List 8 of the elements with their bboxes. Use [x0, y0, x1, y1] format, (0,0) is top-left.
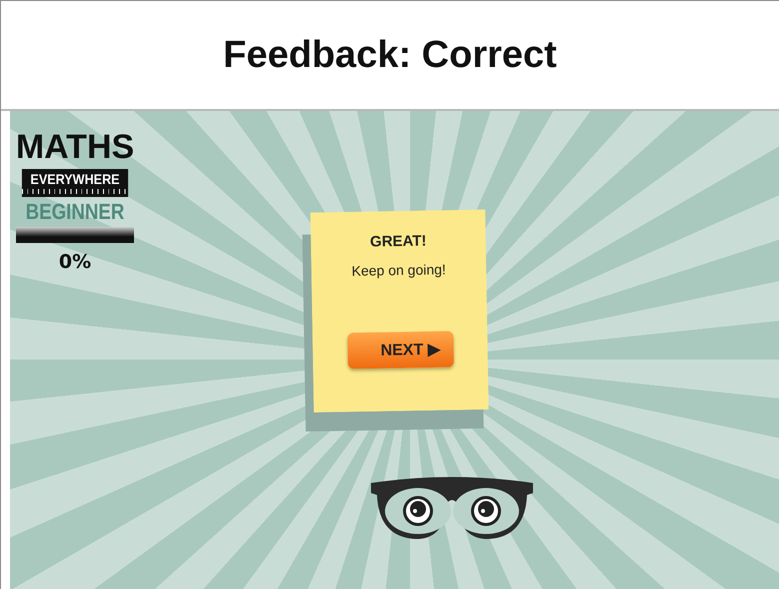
slide-title: Feedback: Correct	[223, 34, 557, 76]
feedback-message: Keep on going!	[352, 261, 446, 279]
logo-title: MATHS	[14, 127, 136, 168]
logo-subtitle: EVERYWHERE	[22, 169, 128, 197]
feedback-heading: GREAT!	[370, 232, 427, 250]
progress-reading: 0%	[58, 251, 92, 273]
next-button[interactable]: NEXT ▶	[346, 331, 454, 369]
level-name: BEGINNER	[24, 199, 126, 225]
